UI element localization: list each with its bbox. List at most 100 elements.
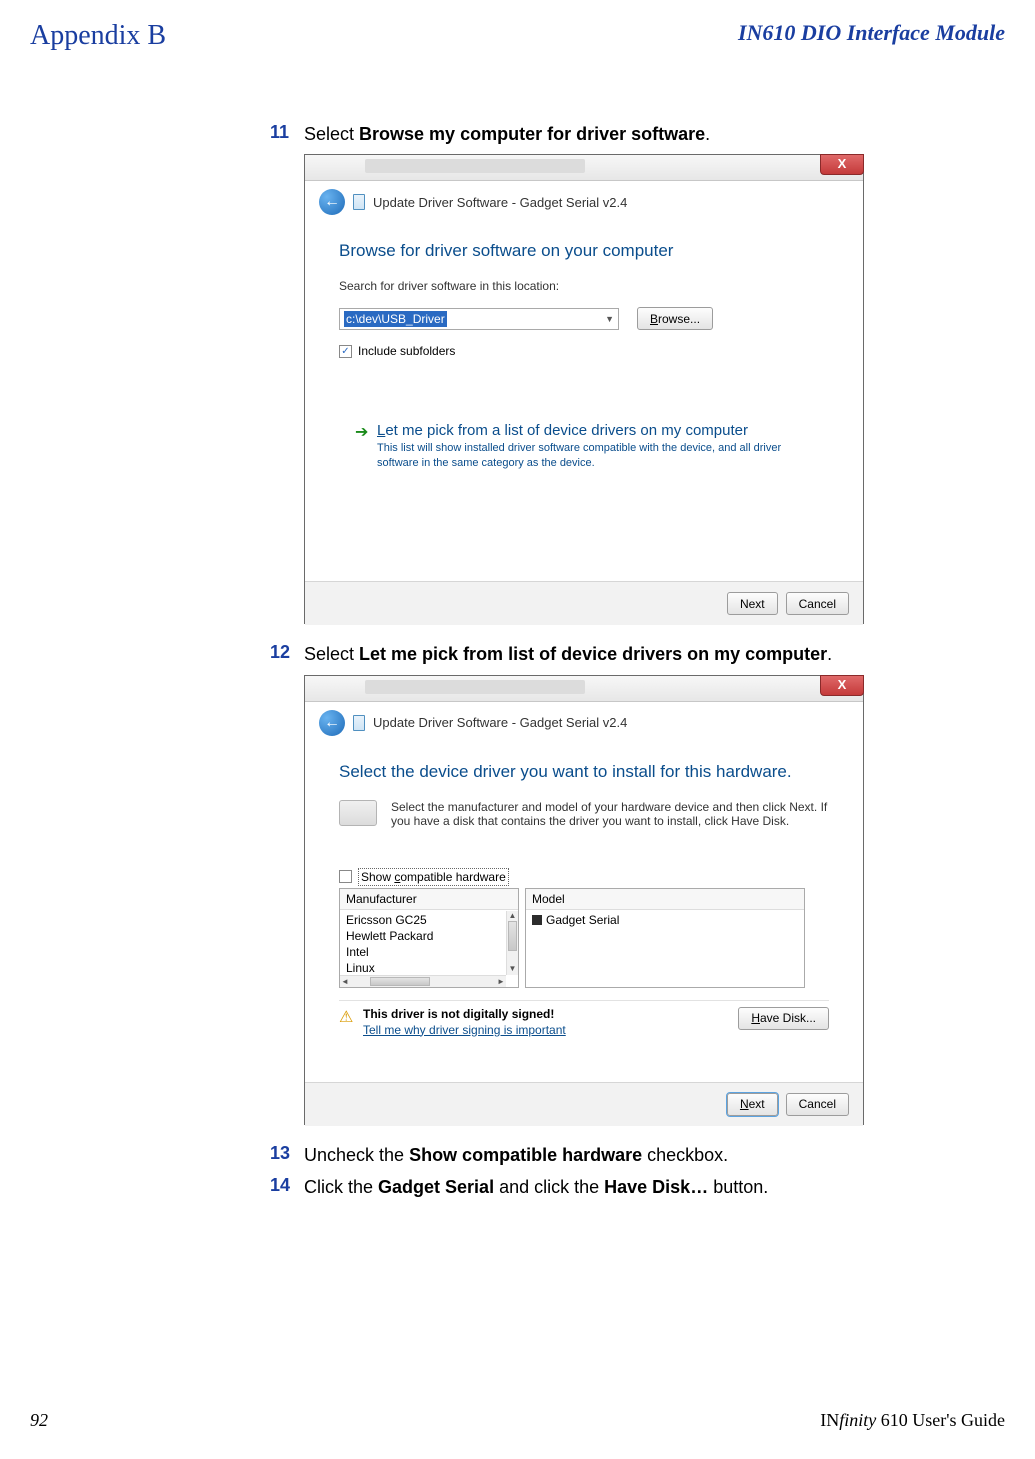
guide-italic: finity: [839, 1410, 876, 1430]
mfr-scrollbar-vertical[interactable]: ▲ ▼: [506, 911, 518, 975]
back-button[interactable]: ←: [319, 189, 345, 215]
scroll-right-icon[interactable]: ►: [496, 976, 506, 987]
include-subfolders-checkbox[interactable]: ✓: [339, 345, 352, 358]
dialog1-footer: Next Cancel: [305, 581, 863, 625]
driver-path-input[interactable]: c:\dev\USB_Driver ▼: [339, 308, 619, 330]
step-14-bold2: Have Disk…: [604, 1177, 708, 1197]
show-compatible-checkbox[interactable]: [339, 870, 352, 883]
list-item[interactable]: Gadget Serial: [526, 912, 804, 928]
dialog2-nav-title: Update Driver Software - Gadget Serial v…: [373, 715, 627, 730]
manufacturer-header: Manufacturer: [340, 889, 518, 910]
appendix-title: Appendix B: [30, 20, 166, 52]
dialog2-footer: Next Cancel: [305, 1082, 863, 1126]
step-11-text: Select Browse my computer for driver sof…: [304, 122, 710, 146]
lists-row: Manufacturer Ericsson GC25 Hewlett Packa…: [339, 888, 829, 988]
list-item[interactable]: Linux: [340, 960, 518, 976]
step-12-bold: Let me pick from list of device drivers …: [359, 644, 827, 664]
step-12-suffix: .: [827, 644, 832, 664]
list-item[interactable]: Ericsson GC25: [340, 912, 518, 928]
warning-icon: ⚠: [339, 1007, 355, 1023]
step-13-text: Uncheck the Show compatible hardware che…: [304, 1143, 728, 1167]
step-13-bold: Show compatible hardware: [409, 1145, 642, 1165]
step-14-mid: and click the: [494, 1177, 604, 1197]
scroll-left-icon[interactable]: ◄: [340, 976, 350, 987]
search-location-label: Search for driver software in this locat…: [305, 279, 863, 303]
step-11-number: 11: [270, 122, 304, 146]
dialog1-nav: ← Update Driver Software - Gadget Serial…: [305, 181, 863, 219]
dialog1-body: ← Update Driver Software - Gadget Serial…: [305, 181, 863, 625]
step-11-bold: Browse my computer for driver software: [359, 124, 705, 144]
dialog2-desc-row: Select the manufacturer and model of you…: [339, 800, 829, 828]
mfr-scrollbar-horizontal[interactable]: ◄ ►: [340, 975, 506, 987]
step-11: 11 Select Browse my computer for driver …: [270, 122, 915, 146]
arrow-right-icon: ➔: [355, 426, 369, 440]
path-row: c:\dev\USB_Driver ▼ BBrowse...rowse...: [305, 303, 863, 340]
step-13: 13 Uncheck the Show compatible hardware …: [270, 1143, 915, 1167]
signing-left: ⚠ This driver is not digitally signed! T…: [339, 1007, 566, 1037]
dialog-select-driver: X ← Update Driver Software - Gadget Seri…: [304, 675, 864, 1125]
close-button[interactable]: X: [820, 154, 864, 175]
let-me-pick-title: Let me pick from a list of device driver…: [377, 422, 829, 439]
manufacturer-items: Ericsson GC25 Hewlett Packard Intel Linu…: [340, 910, 518, 978]
scroll-thumb-v[interactable]: [508, 921, 517, 951]
show-compatible-label: Show compatible hardware: [358, 868, 509, 886]
dialog-browse-driver: X ← Update Driver Software - Gadget Seri…: [304, 154, 864, 624]
dialog2-desc: Select the manufacturer and model of you…: [391, 800, 829, 828]
next-button-2[interactable]: Next: [727, 1093, 778, 1116]
device-icon-2: [353, 715, 365, 731]
have-disk-button[interactable]: Have Disk...: [738, 1007, 829, 1030]
dialog2-content: Select the manufacturer and model of you…: [305, 800, 863, 1043]
dialog2-heading: Select the device driver you want to ins…: [305, 740, 863, 800]
cancel-button-2[interactable]: Cancel: [786, 1093, 849, 1116]
model-header: Model: [526, 889, 804, 910]
step-14-suffix: button.: [708, 1177, 768, 1197]
dialog1-nav-title: Update Driver Software - Gadget Serial v…: [373, 195, 627, 210]
list-item[interactable]: Intel: [340, 944, 518, 960]
parent-window-titlebar-2: X: [305, 676, 863, 702]
step-11-suffix: .: [705, 124, 710, 144]
dialog1-heading: Browse for driver software on your compu…: [305, 219, 863, 279]
let-me-pick-option[interactable]: ➔ Let me pick from a list of device driv…: [355, 422, 829, 471]
signing-link[interactable]: Tell me why driver signing is important: [363, 1023, 566, 1037]
scroll-down-icon[interactable]: ▼: [507, 964, 518, 975]
scroll-thumb-h[interactable]: [370, 977, 430, 986]
step-14-number: 14: [270, 1175, 304, 1199]
step-11-prefix: Select: [304, 124, 359, 144]
guide-title: INfinity 610 User's Guide: [820, 1410, 1005, 1431]
signing-bold: This driver is not digitally signed!: [363, 1007, 554, 1021]
step-12-text: Select Let me pick from list of device d…: [304, 642, 832, 666]
driver-path-value: c:\dev\USB_Driver: [344, 311, 447, 327]
compat-row: Show compatible hardware: [339, 868, 829, 886]
step-14-text: Click the Gadget Serial and click the Ha…: [304, 1175, 768, 1199]
back-arrow-icon-2: ←: [324, 714, 340, 732]
page-header: Appendix B IN610 DIO Interface Module: [0, 0, 1035, 62]
cancel-button[interactable]: Cancel: [786, 592, 849, 615]
browse-button-label: BBrowse...rowse...: [650, 312, 700, 326]
let-me-pick-desc: This list will show installed driver sof…: [377, 441, 817, 471]
model-icon: [532, 915, 542, 925]
model-item-label: Gadget Serial: [546, 913, 619, 927]
list-item[interactable]: Hewlett Packard: [340, 928, 518, 944]
dialog2-nav: ← Update Driver Software - Gadget Serial…: [305, 702, 863, 740]
page-footer: 92 INfinity 610 User's Guide: [0, 1410, 1035, 1431]
close-button-2[interactable]: X: [820, 675, 864, 696]
include-subfolders-row: ✓ Include subfolders: [305, 340, 863, 362]
model-items: Gadget Serial: [526, 910, 804, 930]
device-icon: [353, 194, 365, 210]
guide-rest: 610 User's Guide: [876, 1410, 1005, 1430]
path-dropdown-icon[interactable]: ▼: [605, 314, 614, 324]
back-button-2[interactable]: ←: [319, 710, 345, 736]
main-content: 11 Select Browse my computer for driver …: [0, 62, 1035, 1199]
step-12: 12 Select Let me pick from list of devic…: [270, 642, 915, 666]
include-subfolders-label: Include subfolders: [358, 344, 455, 358]
next-button[interactable]: Next: [727, 592, 778, 615]
step-12-number: 12: [270, 642, 304, 666]
manufacturer-list[interactable]: Manufacturer Ericsson GC25 Hewlett Packa…: [339, 888, 519, 988]
guide-prefix: IN: [820, 1410, 839, 1430]
drive-icon: [339, 800, 377, 826]
parent-window-titlebar: X: [305, 155, 863, 181]
browse-button[interactable]: BBrowse...rowse...: [637, 307, 713, 330]
model-list[interactable]: Model Gadget Serial: [525, 888, 805, 988]
step-13-number: 13: [270, 1143, 304, 1167]
dialog2-body: ← Update Driver Software - Gadget Serial…: [305, 702, 863, 1126]
